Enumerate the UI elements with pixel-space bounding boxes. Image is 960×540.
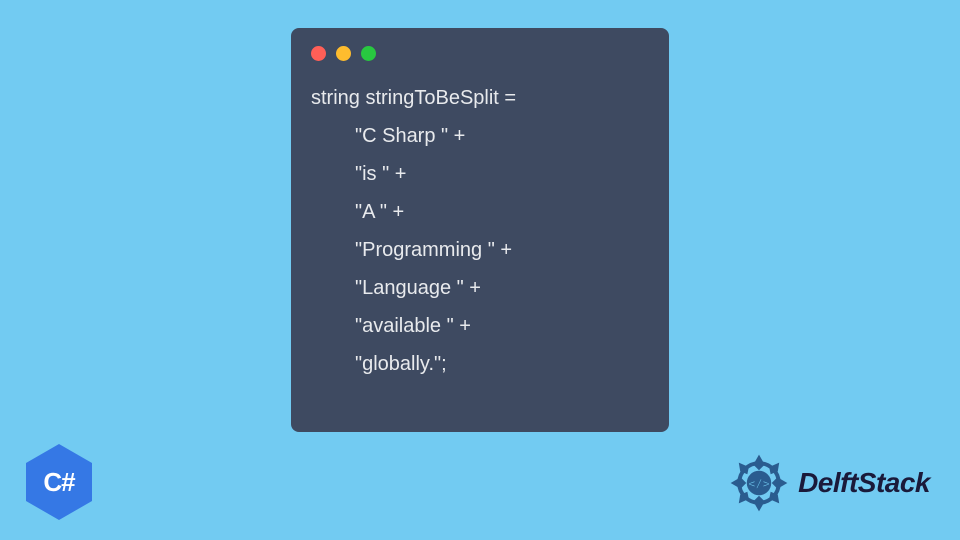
csharp-logo-text: C# (43, 467, 74, 498)
code-line-1: string stringToBeSplit = (311, 79, 649, 117)
code-line-7: "available " + (311, 307, 649, 345)
csharp-logo-icon: C# (26, 444, 92, 520)
code-content: string stringToBeSplit = "C Sharp " + "i… (311, 79, 649, 383)
delftstack-text: DelftStack (798, 467, 930, 499)
minimize-dot-icon (336, 46, 351, 61)
delftstack-icon: </> (726, 450, 792, 516)
maximize-dot-icon (361, 46, 376, 61)
window-controls (311, 46, 649, 61)
close-dot-icon (311, 46, 326, 61)
code-window: string stringToBeSplit = "C Sharp " + "i… (291, 28, 669, 432)
code-line-4: "A " + (311, 193, 649, 231)
code-line-5: "Programming " + (311, 231, 649, 269)
code-line-6: "Language " + (311, 269, 649, 307)
svg-text:</>: </> (748, 477, 769, 491)
code-line-2: "C Sharp " + (311, 117, 649, 155)
code-line-3: "is " + (311, 155, 649, 193)
code-line-8: "globally."; (311, 345, 649, 383)
delftstack-logo: </> DelftStack (726, 450, 930, 516)
